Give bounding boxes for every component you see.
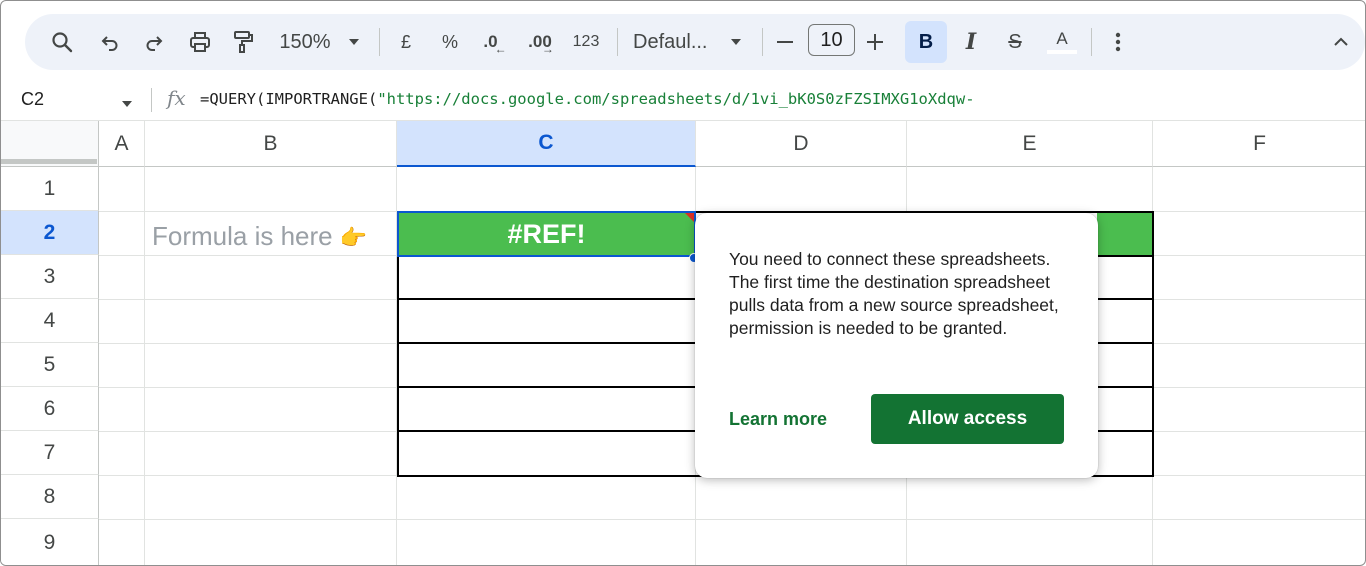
- pointing-hand-icon: 👉: [339, 225, 368, 250]
- formula-function: =QUERY(IMPORTRANGE(: [200, 90, 378, 108]
- toolbar-divider: [1091, 28, 1092, 56]
- toolbar-divider: [617, 28, 618, 56]
- cell-c2-selected[interactable]: #REF!: [397, 211, 696, 257]
- row-header-1[interactable]: 1: [1, 167, 99, 211]
- row-header-4[interactable]: 4: [1, 299, 99, 343]
- column-header-d[interactable]: D: [696, 121, 907, 167]
- arrow-right-icon: →: [541, 42, 554, 56]
- print-icon[interactable]: [185, 14, 215, 70]
- increase-decimal-button[interactable]: .00 →: [521, 14, 561, 70]
- cell-b2-text: Formula is here: [152, 221, 333, 251]
- row-header-5[interactable]: 5: [1, 343, 99, 387]
- italic-icon: I: [965, 29, 977, 55]
- more-options-icon[interactable]: [1105, 14, 1131, 70]
- gridline: [144, 167, 145, 565]
- toolbar: 150% £ % .0 ← .00 → 123 Defaul... 10 B I…: [25, 14, 1365, 70]
- allow-access-button[interactable]: Allow access: [871, 394, 1064, 444]
- number-format-button[interactable]: 123: [571, 14, 601, 70]
- font-family-select[interactable]: Defaul...: [633, 14, 713, 70]
- row-header-7[interactable]: 7: [1, 431, 99, 475]
- font-family-value: Defaul...: [633, 30, 708, 53]
- font-family-dropdown-icon[interactable]: [725, 14, 747, 70]
- currency-label: £: [400, 31, 411, 52]
- gridline: [99, 519, 1365, 520]
- name-box-dropdown-icon[interactable]: [121, 95, 133, 113]
- name-box[interactable]: C2: [21, 89, 44, 110]
- column-header-f[interactable]: F: [1153, 121, 1365, 167]
- strikethrough-icon: S: [1008, 30, 1022, 53]
- column-header-c[interactable]: C: [397, 121, 696, 167]
- formula-bar: C2 fx =QUERY(IMPORTRANGE("https://docs.g…: [1, 79, 1365, 121]
- decrease-decimal-button[interactable]: .0 ←: [477, 14, 513, 70]
- popup-message: You need to connect these spreadsheets. …: [729, 249, 1059, 338]
- zoom-select[interactable]: 150%: [275, 14, 335, 70]
- column-header-a[interactable]: A: [99, 121, 145, 167]
- zoom-value: 150%: [279, 30, 331, 53]
- row-header-8[interactable]: 8: [1, 475, 99, 519]
- italic-button[interactable]: I: [957, 14, 985, 70]
- formula-bar-divider: [151, 88, 152, 112]
- column-header-b[interactable]: B: [145, 121, 397, 167]
- error-indicator-icon: [685, 213, 694, 222]
- percent-label: %: [441, 31, 458, 52]
- undo-icon[interactable]: [95, 14, 125, 70]
- row-header-3[interactable]: 3: [1, 255, 99, 299]
- toolbar-divider: [762, 28, 763, 56]
- decrease-font-size-icon[interactable]: [773, 14, 797, 70]
- arrow-left-icon: ←: [494, 42, 507, 56]
- toolbar-divider: [379, 28, 380, 56]
- import-range-permission-popup: You need to connect these spreadsheets. …: [695, 213, 1098, 478]
- formula-input[interactable]: =QUERY(IMPORTRANGE("https://docs.google.…: [200, 90, 975, 108]
- font-size-input[interactable]: 10: [808, 24, 855, 56]
- text-color-button[interactable]: A: [1045, 14, 1079, 70]
- fx-icon: fx: [167, 86, 186, 110]
- currency-button[interactable]: £: [393, 14, 419, 70]
- learn-more-link[interactable]: Learn more: [729, 409, 827, 430]
- formula-string-arg: "https://docs.google.com/spreadsheets/d/…: [377, 90, 975, 108]
- cell-b2[interactable]: Formula is here 👉: [152, 221, 367, 252]
- text-color-swatch: [1047, 50, 1077, 54]
- bold-button[interactable]: B: [905, 21, 947, 63]
- font-size-value: 10: [820, 28, 843, 51]
- row-header-6[interactable]: 6: [1, 387, 99, 431]
- row-header-2[interactable]: 2: [1, 211, 99, 255]
- number-format-label: 123: [572, 33, 600, 50]
- freeze-row-handle[interactable]: [1, 159, 97, 164]
- row-header-9[interactable]: 9: [1, 519, 99, 565]
- strikethrough-button[interactable]: S: [1001, 14, 1029, 70]
- collapse-toolbar-icon[interactable]: [1328, 14, 1354, 70]
- select-all-corner[interactable]: [1, 121, 99, 167]
- bold-icon: B: [918, 30, 934, 53]
- increase-font-size-icon[interactable]: [863, 14, 887, 70]
- search-icon[interactable]: [47, 14, 77, 70]
- percent-button[interactable]: %: [437, 14, 463, 70]
- redo-icon[interactable]: [139, 14, 169, 70]
- paint-format-icon[interactable]: [228, 14, 258, 70]
- header-cell-e2[interactable]: [1097, 213, 1152, 255]
- column-header-e[interactable]: E: [907, 121, 1153, 167]
- zoom-dropdown-icon[interactable]: [343, 14, 365, 70]
- spreadsheet-window: 150% £ % .0 ← .00 → 123 Defaul... 10 B I…: [0, 0, 1366, 566]
- sheet-grid: A B C D E F 1 2 3 4 5 6 7 8 9 Formula is…: [1, 121, 1365, 565]
- text-color-icon: A: [1056, 29, 1068, 48]
